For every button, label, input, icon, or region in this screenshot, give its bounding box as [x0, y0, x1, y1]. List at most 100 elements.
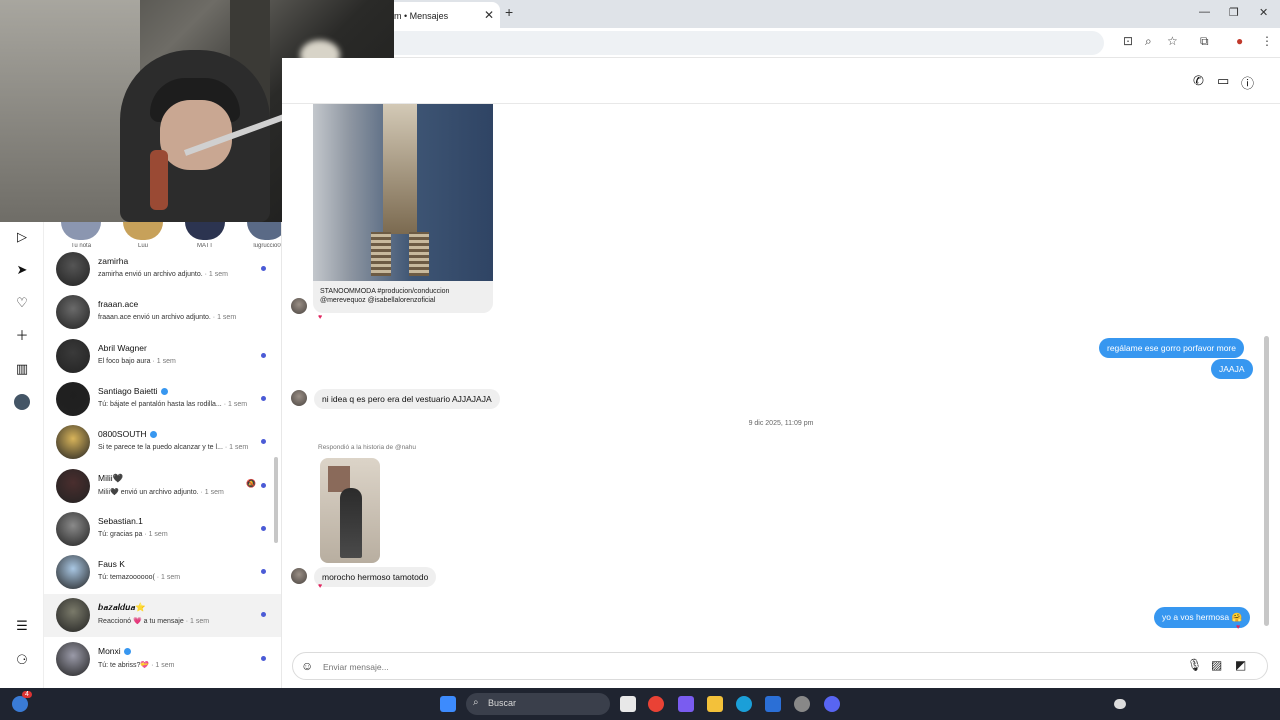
note-item[interactable]: Luu — [122, 222, 164, 249]
preview-text: El foco bajo aura — [98, 357, 151, 365]
conversation-name: Milii🖤 — [98, 473, 123, 484]
note-item[interactable]: MATT — [184, 222, 226, 249]
unread-dot — [261, 569, 266, 575]
preview-text: Si te parece te la puedo alcanzar y te l… — [98, 444, 223, 452]
message-incoming[interactable]: morocho hermoso tamotodo — [314, 567, 437, 587]
preview-text: Tú: temazoooooo( — [98, 574, 155, 582]
settings-icon[interactable] — [794, 696, 810, 712]
close-window-button[interactable]: ✕ — [1259, 6, 1268, 19]
messages-icon[interactable]: ➤ — [14, 262, 30, 278]
shared-post-caption[interactable]: STANOOMMODA #producion/conduccion @merev… — [313, 281, 493, 313]
emoji-icon[interactable]: ☺ — [301, 659, 313, 673]
microphone-icon[interactable]: 🎙 — [1187, 658, 1202, 672]
chat-header: ✆ ▭ ⓘ — [282, 58, 1280, 104]
conversation-name-text: Milii🖤 — [98, 472, 124, 483]
unread-dot — [261, 525, 266, 531]
profile-avatar-icon[interactable]: ● — [1236, 34, 1243, 48]
new-tab-button[interactable]: + — [505, 4, 513, 20]
install-app-icon[interactable]: ⊡ — [1123, 34, 1133, 48]
apps-icon[interactable]: ⚆ — [14, 652, 30, 668]
browser-menu-icon[interactable]: ⋮ — [1261, 34, 1273, 48]
store-icon[interactable] — [765, 696, 781, 712]
discord-icon[interactable] — [824, 696, 840, 712]
conversation-avatar — [56, 598, 90, 633]
conversation-row[interactable]: fraaan.ace fraaan.ace envió un archivo ad… — [44, 291, 281, 334]
phone-call-icon[interactable]: ✆ — [1193, 73, 1204, 89]
list-scrollbar[interactable] — [274, 457, 278, 543]
reaction-heart-icon: ♥ — [318, 583, 323, 590]
unread-dot — [261, 439, 266, 445]
conversation-row[interactable]: 𝒃𝒂𝒛𝒂𝒍𝒅𝒖𝒂⭐ Reaccionó 💗 a tu mensaje · 1 se… — [44, 594, 281, 638]
extensions-icon[interactable]: ⧉ — [1200, 34, 1209, 49]
file-explorer-icon[interactable] — [707, 696, 723, 712]
conversation-name: 𝒃𝒂𝒛𝒂𝒍𝒅𝒖𝒂⭐ — [98, 602, 146, 613]
image-icon[interactable]: ▨ — [1211, 658, 1222, 672]
zoom-icon[interactable]: ⌕ — [1145, 34, 1152, 49]
message-incoming[interactable]: ni idea q es pero era del vestuario AJJA… — [314, 389, 500, 409]
conversation-row[interactable]: Faus K Tú: temazoooooo( · 1 sem — [44, 551, 281, 594]
conversation-row[interactable]: Abril Wagner El foco bajo aura · 1 sem — [44, 335, 281, 378]
verified-badge-icon — [160, 388, 168, 396]
onedrive-icon[interactable] — [1114, 699, 1126, 709]
message-outgoing[interactable]: regálame ese gorro porfavor more — [1099, 338, 1244, 358]
dashboard-icon[interactable]: ▥ — [14, 361, 30, 377]
conversation-name: Monxi — [98, 646, 131, 656]
preview-time: 1 sem — [148, 530, 168, 538]
sender-avatar[interactable] — [291, 390, 307, 406]
preview-time: 1 sem — [190, 618, 210, 626]
notifications-heart-icon[interactable]: ♡ — [14, 295, 30, 311]
browser-tab[interactable]: m • Mensajes ✕ — [384, 2, 500, 28]
conversation-name-text: Faus K — [98, 559, 125, 570]
conversation-avatar — [56, 425, 90, 460]
chrome-icon[interactable] — [648, 696, 664, 712]
conversation-row[interactable]: Sebastian.1 Tú: gracias pa · 1 sem — [44, 508, 281, 551]
conversation-row[interactable]: Santiago Baietti Tú: bájate el pantalón h… — [44, 378, 281, 421]
story-reply-label: Respondió a la historia de @nahu — [318, 444, 417, 451]
story-thumbnail[interactable] — [320, 458, 380, 563]
address-bar[interactable] — [384, 31, 1104, 55]
conversation-name: fraaan.ace — [98, 299, 138, 309]
shared-post-image[interactable] — [313, 104, 493, 281]
preview-time: 1 sem — [217, 314, 237, 322]
preview-text: Reaccionó 💗 a tu mensaje — [98, 618, 184, 626]
conversation-avatar — [56, 338, 90, 373]
sticker-icon[interactable]: ◩ — [1235, 658, 1246, 672]
conversation-name-text: Monxi — [98, 645, 121, 656]
conversation-avatar — [56, 641, 90, 676]
create-plus-icon[interactable]: ＋ — [14, 328, 30, 344]
start-icon[interactable] — [440, 696, 456, 712]
message-outgoing[interactable]: JAAJA — [1211, 359, 1253, 379]
conversation-name: Faus K — [98, 559, 125, 569]
info-icon[interactable]: ⓘ — [1241, 73, 1254, 92]
minimize-button[interactable]: — — [1199, 6, 1210, 18]
sender-avatar[interactable] — [291, 298, 307, 314]
conversation-preview: Si te parece te la puedo alcanzar y te l… — [98, 444, 248, 451]
note-item[interactable]: lugruccio0 — [246, 222, 281, 249]
preview-time: 1 sem — [229, 444, 249, 452]
message-input[interactable] — [323, 658, 1163, 676]
task-view-icon[interactable] — [620, 696, 636, 712]
reaction-heart-icon: ♥ — [1236, 624, 1241, 631]
conversation-row[interactable]: zamirha zamirha envió un archivo adjunto.… — [44, 248, 281, 291]
tab-close-icon[interactable]: ✕ — [484, 8, 494, 22]
preview-time: 1 sem — [156, 357, 176, 365]
weather-widget-icon[interactable] — [12, 696, 28, 712]
conversation-row[interactable]: Milii🖤 Milii🖤 envió un archivo adjunto. ·… — [44, 465, 281, 508]
more-menu-icon[interactable]: ☰ — [14, 618, 30, 634]
reels-icon[interactable]: ▷ — [14, 229, 30, 245]
taskbar-search[interactable]: ⌕ Buscar — [466, 693, 610, 715]
profile-avatar[interactable] — [14, 394, 30, 410]
conversation-row[interactable]: Monxi Tú: te abriss?💝 · 1 sem — [44, 638, 281, 681]
conversation-name: Abril Wagner — [98, 343, 147, 353]
video-call-icon[interactable]: ▭ — [1217, 73, 1229, 89]
preview-text: Tú: te abriss?💝 — [98, 661, 150, 669]
preview-text: Milii🖤 envió un archivo adjunto. — [98, 488, 199, 496]
edge-icon[interactable] — [736, 696, 752, 712]
copilot-icon[interactable] — [678, 696, 694, 712]
restore-button[interactable]: ❐ — [1229, 6, 1239, 19]
conversation-row[interactable]: 0800SOUTH Si te parece te la puedo alcanz… — [44, 421, 281, 464]
chat-scrollbar[interactable] — [1264, 336, 1269, 626]
note-item[interactable]: Tu nota — [60, 222, 102, 249]
bookmark-star-icon[interactable]: ☆ — [1167, 34, 1178, 48]
sender-avatar[interactable] — [291, 568, 307, 584]
